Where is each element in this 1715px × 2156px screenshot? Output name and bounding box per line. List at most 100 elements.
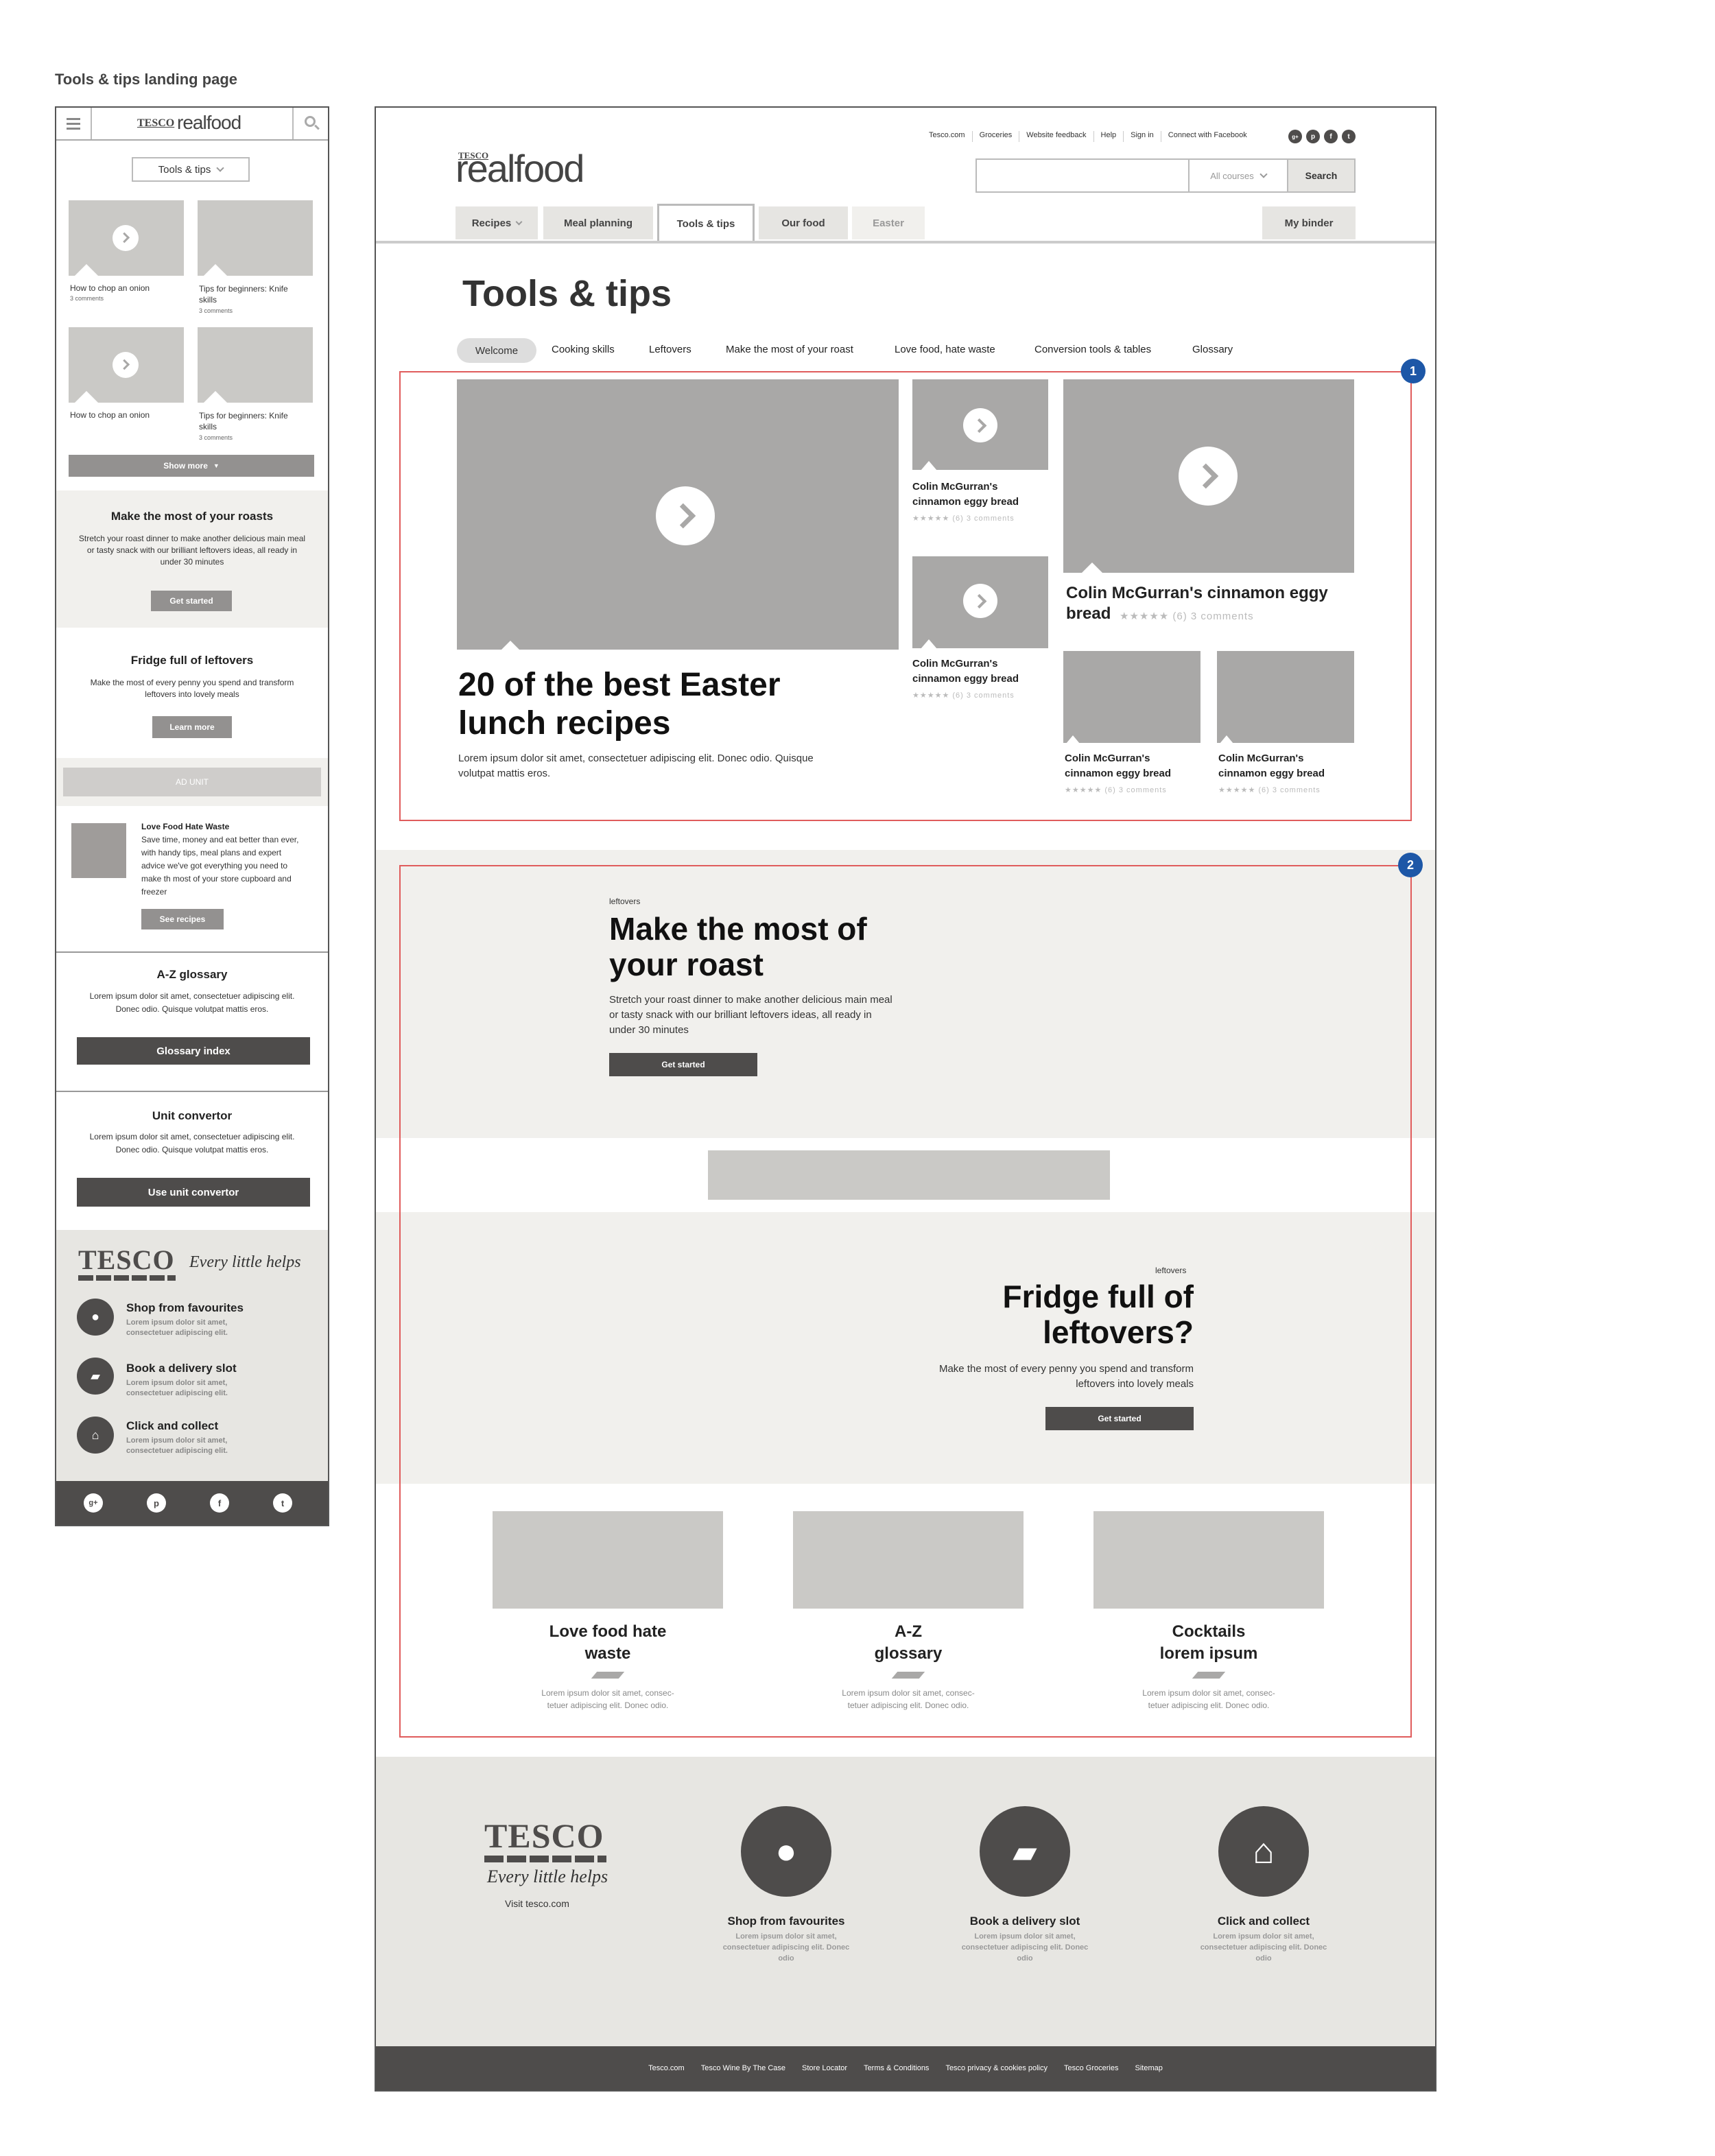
footer-visit-link[interactable]: Visit tesco.com xyxy=(505,1898,569,1909)
my-binder-button[interactable]: My binder xyxy=(1262,206,1356,239)
apple-icon[interactable]: ● xyxy=(741,1806,831,1897)
feature-1-title-line2[interactable]: waste xyxy=(493,1644,723,1663)
mobile-tile-1-caption[interactable]: How to chop an onion xyxy=(70,283,184,293)
subnav-cooking-skills[interactable]: Cooking skills xyxy=(552,344,615,355)
mobile-footer-item-2-title[interactable]: Book a delivery slot xyxy=(126,1362,237,1375)
top-link-feedback[interactable]: Website feedback xyxy=(1019,131,1094,142)
bottom-card-1-image[interactable] xyxy=(1063,651,1200,744)
mobile-tile-2-image[interactable] xyxy=(198,200,313,276)
subnav-leftovers[interactable]: Leftovers xyxy=(649,344,691,355)
top-link-facebook[interactable]: Connect with Facebook xyxy=(1161,131,1254,142)
top-link-help[interactable]: Help xyxy=(1094,131,1124,142)
small-card-1-image[interactable] xyxy=(912,379,1048,471)
bottom-card-1-title-line2[interactable]: cinnamon eggy bread xyxy=(1065,768,1171,779)
twitter-icon[interactable]: t xyxy=(1342,130,1356,143)
footer-link-store-locator[interactable]: Store Locator xyxy=(802,2064,847,2072)
mobile-tile-4-image[interactable] xyxy=(198,327,313,403)
mobile-tile-1-comments: 3 comments xyxy=(70,295,104,302)
apple-icon[interactable]: ● xyxy=(77,1299,114,1336)
footer-link-groceries[interactable]: Tesco Groceries xyxy=(1064,2064,1118,2072)
footer-item-3-title[interactable]: Click and collect xyxy=(1161,1915,1367,1928)
nav-tab-our-food[interactable]: Our food xyxy=(759,206,848,239)
mobile-roasts-title: Make the most of your roasts xyxy=(110,510,274,523)
facebook-icon[interactable]: f xyxy=(210,1493,229,1513)
mobile-fridge-button[interactable]: Learn more xyxy=(152,716,232,738)
mobile-footer-item-3-title[interactable]: Click and collect xyxy=(126,1419,218,1433)
feature-1-image[interactable] xyxy=(493,1511,723,1609)
bottom-card-1-title-line1[interactable]: Colin McGurran's xyxy=(1065,753,1150,764)
course-select[interactable]: All courses xyxy=(1190,158,1287,193)
small-card-1-title-line2[interactable]: cinnamon eggy bread xyxy=(912,496,1019,508)
big-card-title-line2[interactable]: bread xyxy=(1066,604,1111,624)
show-more-button[interactable]: Show more ▼ xyxy=(69,455,314,477)
small-card-1-title-line1[interactable]: Colin McGurran's xyxy=(912,481,997,493)
fridge-get-started-button[interactable]: Get started xyxy=(1045,1407,1194,1430)
glossary-index-button[interactable]: Glossary index xyxy=(77,1037,310,1065)
subnav-love-food[interactable]: Love food, hate waste xyxy=(895,344,995,355)
footer-tesco-logo[interactable]: TESCO xyxy=(484,1816,604,1856)
mobile-tile-4-caption[interactable]: Tips for beginners: Knife skills xyxy=(199,410,295,432)
pinterest-icon[interactable]: p xyxy=(1306,130,1320,143)
feature-1-title-line1[interactable]: Love food hate xyxy=(493,1622,723,1642)
top-link-signin[interactable]: Sign in xyxy=(1124,131,1161,142)
search-icon[interactable] xyxy=(292,108,328,139)
small-card-2-title-line1[interactable]: Colin McGurran's xyxy=(912,658,997,670)
footer-item-1-title[interactable]: Shop from favourites xyxy=(683,1915,889,1928)
feature-2-title-line2[interactable]: glossary xyxy=(793,1644,1024,1663)
google-plus-icon[interactable]: g+ xyxy=(1288,130,1302,143)
top-link-groceries[interactable]: Groceries xyxy=(973,131,1020,142)
click-collect-icon[interactable]: ⌂ xyxy=(77,1417,114,1454)
subnav-conversion[interactable]: Conversion tools & tables xyxy=(1034,344,1151,355)
hero-title-line1[interactable]: 20 of the best Easter xyxy=(458,666,781,704)
feature-3-title-line2[interactable]: lorem ipsum xyxy=(1093,1644,1324,1663)
feature-2-image[interactable] xyxy=(793,1511,1024,1609)
footer-link-wine[interactable]: Tesco Wine By The Case xyxy=(701,2064,785,2072)
mobile-lfhw-button[interactable]: See recipes xyxy=(141,909,224,929)
subnav-roast[interactable]: Make the most of your roast xyxy=(726,344,853,355)
big-card-image[interactable] xyxy=(1063,379,1354,573)
small-card-2-title-line2[interactable]: cinnamon eggy bread xyxy=(912,673,1019,685)
subnav-glossary[interactable]: Glossary xyxy=(1192,344,1233,355)
unit-convertor-button[interactable]: Use unit convertor xyxy=(77,1178,310,1207)
footer-link-tesco[interactable]: Tesco.com xyxy=(648,2064,685,2072)
google-plus-icon[interactable]: g+ xyxy=(84,1493,103,1513)
mobile-tile-3-image[interactable] xyxy=(69,327,184,403)
search-input[interactable] xyxy=(975,158,1190,193)
twitter-icon[interactable]: t xyxy=(273,1493,292,1513)
pinterest-icon[interactable]: p xyxy=(147,1493,166,1513)
hamburger-icon[interactable] xyxy=(56,108,92,139)
hero-image[interactable] xyxy=(457,379,899,650)
small-card-2-image[interactable] xyxy=(912,556,1048,649)
mobile-tile-3-caption[interactable]: How to chop an onion xyxy=(70,410,184,420)
hero-title-line2[interactable]: lunch recipes xyxy=(458,704,670,742)
big-card-title-line1[interactable]: Colin McGurran's cinnamon eggy xyxy=(1066,584,1328,603)
mobile-footer-item-1-title[interactable]: Shop from favourites xyxy=(126,1301,244,1315)
top-link-tesco[interactable]: Tesco.com xyxy=(922,131,973,142)
click-collect-icon[interactable]: ⌂ xyxy=(1218,1806,1309,1897)
nav-tab-easter[interactable]: Easter xyxy=(852,206,925,239)
mobile-tile-1-image[interactable] xyxy=(69,200,184,276)
nav-tab-recipes[interactable]: Recipes xyxy=(456,206,538,239)
mobile-section-dropdown[interactable]: Tools & tips xyxy=(132,157,250,182)
bottom-card-2-title-line1[interactable]: Colin McGurran's xyxy=(1218,753,1303,764)
feature-3-image[interactable] xyxy=(1093,1511,1324,1609)
bottom-card-2-image[interactable] xyxy=(1217,651,1354,744)
nav-tab-tools-tips[interactable]: Tools & tips xyxy=(657,204,755,242)
logo-realfood[interactable]: realfood xyxy=(456,146,584,191)
footer-link-sitemap[interactable]: Sitemap xyxy=(1135,2064,1162,2072)
nav-tab-meal-planning[interactable]: Meal planning xyxy=(543,206,653,239)
facebook-icon[interactable]: f xyxy=(1324,130,1338,143)
search-button[interactable]: Search xyxy=(1287,158,1356,193)
footer-link-terms[interactable]: Terms & Conditions xyxy=(864,2064,929,2072)
footer-link-privacy[interactable]: Tesco privacy & cookies policy xyxy=(945,2064,1048,2072)
mobile-roasts-button[interactable]: Get started xyxy=(151,591,232,611)
footer-item-2-title[interactable]: Book a delivery slot xyxy=(922,1915,1128,1928)
feature-3-title-line1[interactable]: Cocktails xyxy=(1093,1622,1324,1642)
delivery-truck-icon[interactable]: ▰ xyxy=(77,1358,114,1395)
feature-2-title-line1[interactable]: A-Z xyxy=(793,1622,1024,1642)
mobile-tile-2-caption[interactable]: Tips for beginners: Knife skills xyxy=(199,283,295,305)
bottom-card-2-title-line2[interactable]: cinnamon eggy bread xyxy=(1218,768,1325,779)
roast-get-started-button[interactable]: Get started xyxy=(609,1053,757,1076)
delivery-truck-icon[interactable]: ▰ xyxy=(980,1806,1070,1897)
subnav-welcome[interactable]: Welcome xyxy=(457,338,536,363)
